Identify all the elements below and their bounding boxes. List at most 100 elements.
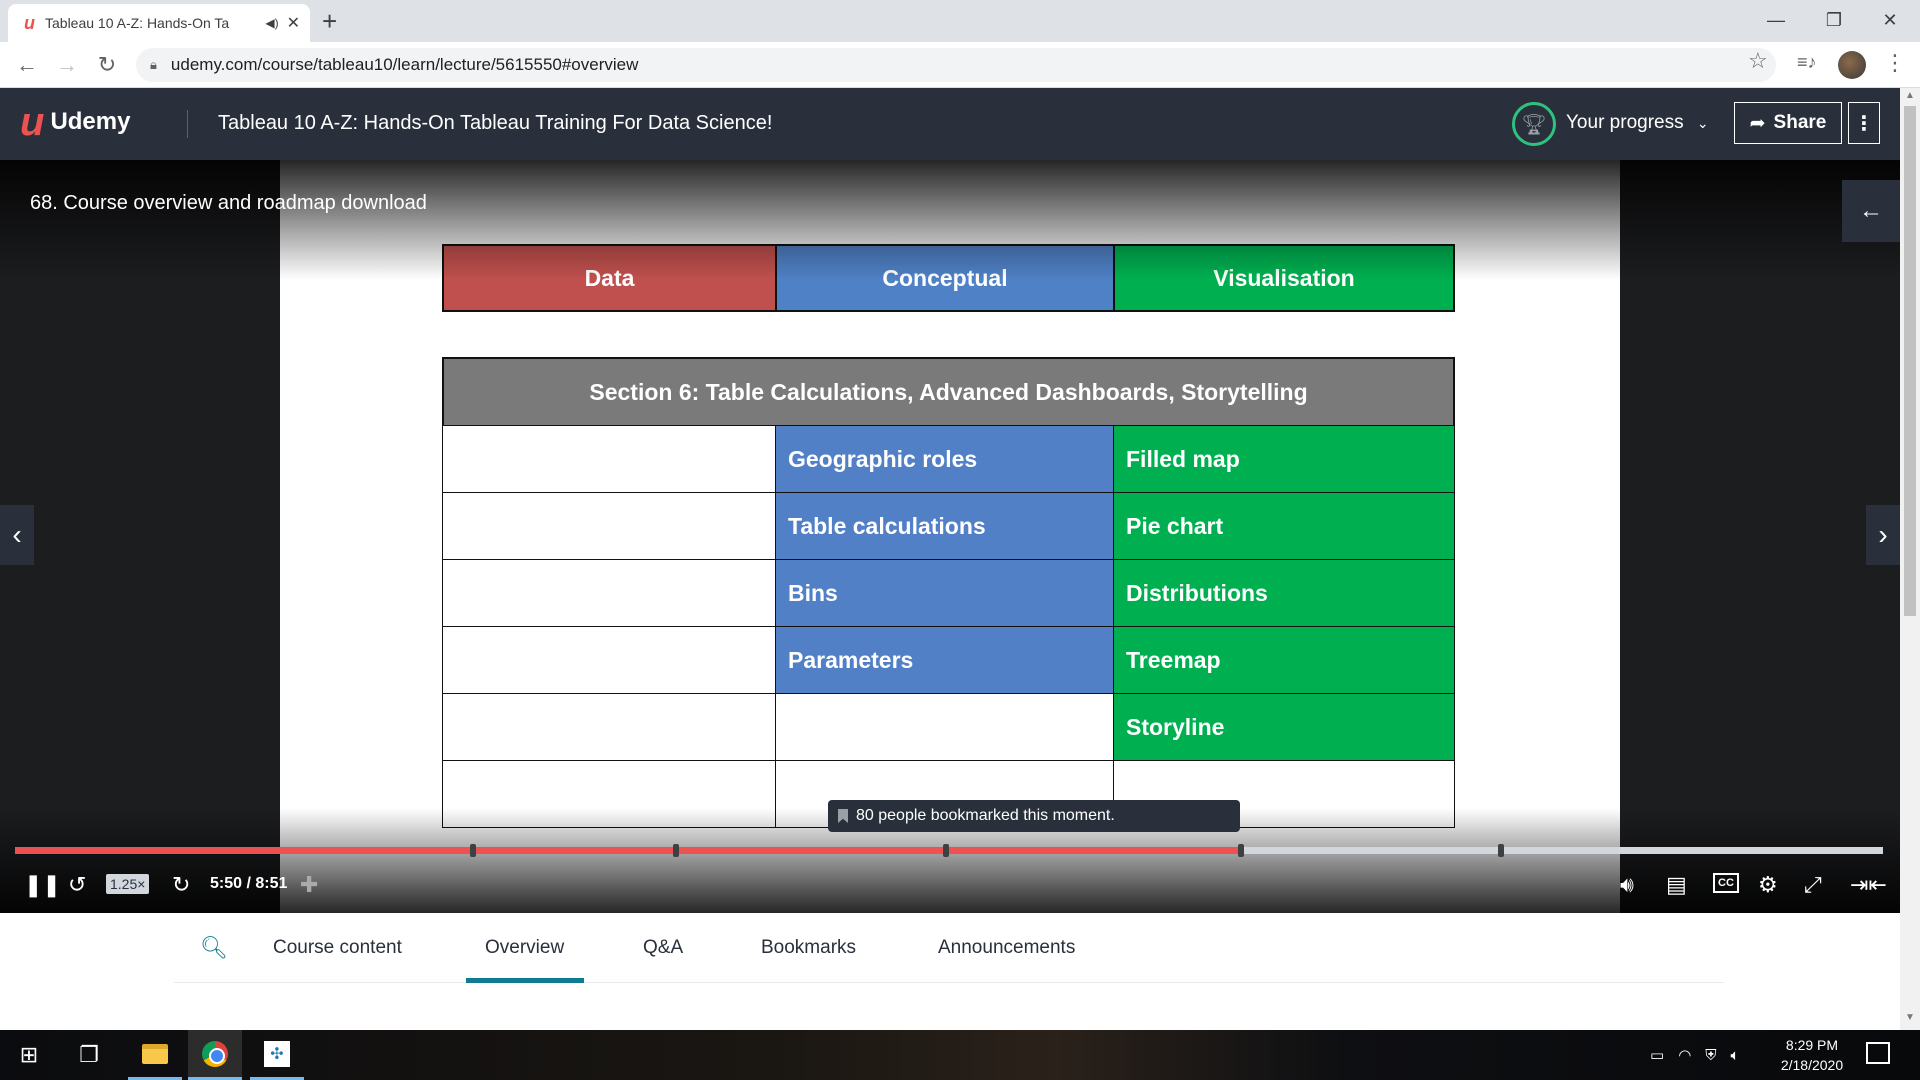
section-title-text: Section 6: Table Calculations, Advanced … [589,378,1308,405]
chrome-icon [202,1040,228,1067]
previous-lecture-button[interactable]: ‹ [0,505,34,565]
cell-text: Filled map [1126,445,1240,472]
header-divider [187,110,188,138]
browser-toolbar: ← → ↻ 🔒︎ udemy.com/course/tableau10/lear… [0,42,1920,88]
captions-button[interactable]: CC [1713,873,1739,893]
system-tray: ▭ ◠ ⛨ 🔈︎ [1650,1030,1740,1080]
udemy-favicon-icon: u [24,12,35,33]
tab-qa[interactable]: Q&A [643,937,683,959]
tableau-icon: ✣ [264,1040,290,1067]
bookmark-marker[interactable] [1238,844,1244,857]
tab-announcements[interactable]: Announcements [938,937,1075,959]
new-tab-button[interactable]: + [322,6,337,36]
battery-icon[interactable]: ▭ [1650,1046,1664,1064]
tab-course-content[interactable]: Course content [273,937,402,959]
next-lecture-button[interactable]: › [1866,505,1900,565]
tab-bookmarks[interactable]: Bookmarks [761,937,856,959]
close-tab-icon[interactable]: ✕ [287,13,300,33]
collapse-sidebar-button[interactable]: ← [1842,180,1900,242]
file-explorer-icon[interactable] [128,1030,182,1080]
task-view-icon[interactable]: ❐ [62,1030,116,1080]
tableau-taskbar-icon[interactable]: ✣ [250,1030,304,1080]
clock-date: 2/18/2020 [1780,1057,1844,1073]
forward-button[interactable]: → [52,50,82,80]
table-cell: Pie chart [1113,492,1455,560]
bookmark-icon [838,809,848,823]
profile-avatar[interactable] [1838,51,1866,79]
pause-icon[interactable]: ❚❚ [24,872,61,898]
progress-label: Your progress [1566,112,1684,133]
transcript-icon[interactable]: ▤ [1666,872,1687,898]
scroll-down-arrow-icon[interactable]: ▼ [1905,1012,1915,1023]
bookmark-tooltip: 80 people bookmarked this moment. [828,800,1240,832]
windows-taskbar: ⊞ ❐ ✣ ▭ ◠ ⛨ 🔈︎ 8:29 PM 2/18/2020 [0,1030,1920,1080]
scroll-up-arrow-icon[interactable]: ▲ [1905,90,1915,101]
table-cell [442,693,777,761]
chrome-menu-icon[interactable]: ⋮ [1884,50,1906,76]
cell-text: Parameters [788,646,914,673]
trophy-icon[interactable]: 🏆︎ [1512,102,1556,146]
bookmark-marker[interactable] [470,844,476,857]
scrollbar-thumb[interactable] [1904,106,1916,616]
audio-playing-icon[interactable]: ◀) [265,16,278,30]
table-cell: Filled map [1113,425,1455,493]
course-header: u Udemy Tableau 10 A-Z: Hands-On Tableau… [0,88,1900,160]
tab-overview[interactable]: Overview [485,937,564,959]
address-bar[interactable]: 🔒︎ udemy.com/course/tableau10/learn/lect… [136,48,1776,82]
close-window-button[interactable]: ✕ [1866,0,1914,40]
bookmark-marker[interactable] [943,844,949,857]
browser-tab-title: Tableau 10 A-Z: Hands-On Ta [45,15,230,31]
cell-text: Table calculations [788,512,986,539]
rewind-5s-icon[interactable]: ↺ [68,872,86,898]
volume-icon[interactable]: 🔊︎ [1620,872,1634,898]
search-icon[interactable]: 🔍︎ [200,935,228,961]
system-clock[interactable]: 8:29 PM 2/18/2020 [1772,1035,1852,1075]
more-options-button[interactable]: ⋮ [1848,102,1880,144]
speaker-icon[interactable]: 🔈︎ [1731,1047,1740,1064]
windows-start-icon[interactable]: ⊞ [2,1030,56,1080]
playback-rate-button[interactable]: 1.25× [106,874,150,894]
cell-text: Storyline [1126,713,1225,740]
forward-5s-icon[interactable]: ↻ [172,872,190,898]
share-button[interactable]: ➦ Share [1734,102,1842,144]
lecture-title: 68. Course overview and roadmap download [30,192,427,214]
add-bookmark-icon[interactable]: ✚ [300,872,318,898]
table-cell: Treemap [1113,626,1455,694]
cell-text: Treemap [1126,646,1221,673]
restore-button[interactable]: ❐ [1810,0,1858,40]
media-control-icon[interactable]: ≡♪ [1797,52,1817,73]
chevron-down-icon: ⌄ [1696,115,1709,131]
fullscreen-icon[interactable]: ⤢ [1804,872,1822,898]
clock-time: 8:29 PM [1785,1037,1839,1053]
browser-tab[interactable]: u Tableau 10 A-Z: Hands-On Ta ◀) ✕ [8,4,310,42]
active-tab-indicator [466,978,584,983]
expanded-view-icon[interactable]: ⇥⇤ [1850,872,1887,898]
time-display: 5:50 / 8:51 [210,875,288,892]
minimize-button[interactable]: — [1752,0,1800,40]
udemy-wordmark: Udemy [50,108,131,135]
table-cell [442,559,777,627]
lock-icon[interactable]: 🔒︎ [150,57,157,73]
security-shield-icon[interactable]: ⛨ [1705,1047,1716,1064]
udemy-logo[interactable]: u Udemy [20,102,130,142]
bookmark-marker[interactable] [673,844,679,857]
settings-gear-icon[interactable]: ⚙ [1758,872,1778,898]
progress-played[interactable] [15,847,1241,854]
page-scrollbar[interactable]: ▲ ▼ [1900,88,1920,1030]
table-cell [775,693,1115,761]
back-button[interactable]: ← [12,50,42,80]
bookmark-tooltip-text: 80 people bookmarked this moment. [856,807,1115,824]
chrome-taskbar-icon[interactable] [188,1030,242,1080]
folder-icon [142,1043,168,1064]
table-cell: Geographic roles [775,425,1115,493]
url-text: udemy.com/course/tableau10/learn/lecture… [170,55,639,74]
your-progress-dropdown[interactable]: Your progress ⌄ [1566,112,1709,134]
table-cell: Bins [775,559,1115,627]
bookmark-marker[interactable] [1498,844,1504,857]
reload-button[interactable]: ↻ [92,50,122,80]
bookmark-star-icon[interactable]: ☆ [1748,48,1768,74]
notification-center-icon[interactable] [1866,1042,1890,1064]
video-player[interactable]: Data Conceptual Visualisation Section 6:… [0,160,1900,913]
wifi-icon[interactable]: ◠ [1678,1046,1691,1064]
course-title[interactable]: Tableau 10 A-Z: Hands-On Tableau Trainin… [218,112,772,135]
